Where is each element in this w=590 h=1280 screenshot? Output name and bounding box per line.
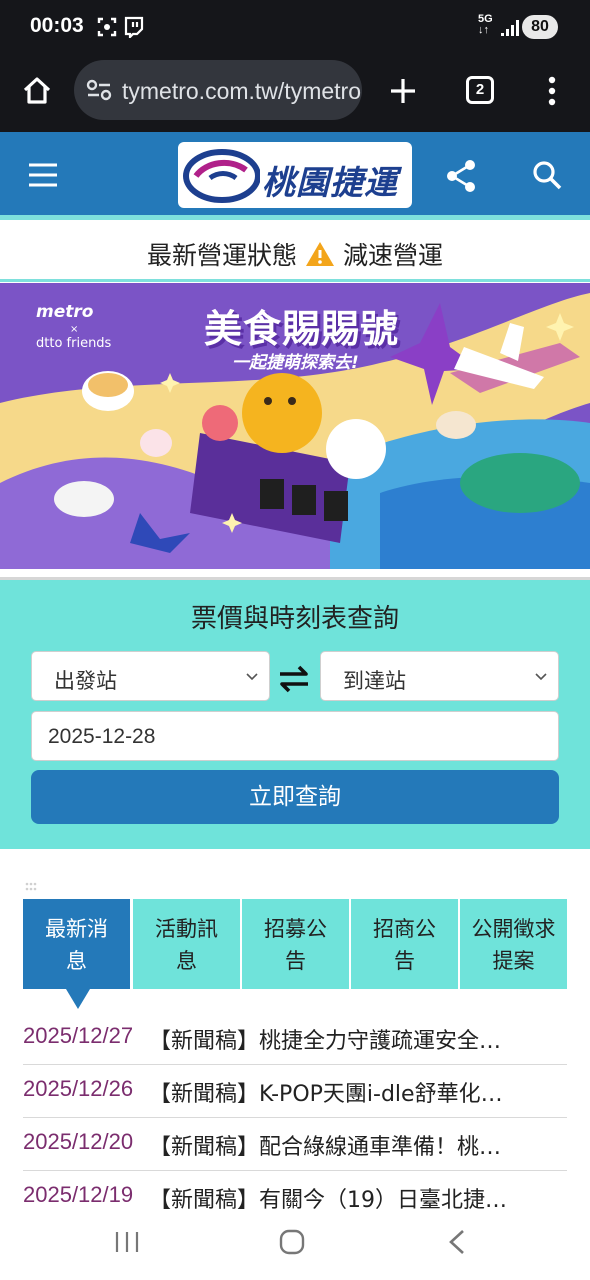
fare-query-title: 票價與時刻表查詢 [190,604,399,634]
banner-subtitle: 一起捷萌探索去! [232,353,359,373]
home-nav-icon[interactable] [278,1228,306,1256]
banner-title: 美食賜賜號 [204,307,400,351]
signal-icon [501,20,519,36]
date-input[interactable]: 2025-12-28 [31,711,559,761]
list-item[interactable]: 2025/12/27 【新聞稿】桃捷全力守護疏運安全… [23,1012,567,1065]
site-settings-icon[interactable] [86,78,112,102]
browser-toolbar: tymetro.com.tw/tymetro 2 [0,56,590,132]
tab-label: 招商公告 [373,917,436,973]
clock: 00:03 [30,14,84,37]
hamburger-menu-icon[interactable] [28,162,58,188]
more-menu-icon[interactable] [540,74,564,108]
news-date: 2025/12/19 [23,1182,134,1207]
tab-activities[interactable]: 活動訊息 [133,899,240,989]
news-tabs: 最新消息 活動訊息 招募公告 招商公告 公開徵求提案 [23,899,567,989]
news-list: 2025/12/27 【新聞稿】桃捷全力守護疏運安全… 2025/12/26 【… [23,1012,567,1224]
network-type: 5G ↓↑ [478,13,493,36]
from-station-select[interactable]: 出發站 [31,651,270,701]
chevron-down-icon [246,673,258,681]
news-title[interactable]: 【新聞稿】K-POP天團i-dle舒華化… [149,1076,567,1108]
to-station-select[interactable]: 到達站 [320,651,559,701]
metro-logo: metro [36,302,94,322]
screenshot-icon [97,17,117,37]
url-text: tymetro.com.tw/tymetro [122,78,361,104]
operation-status-label: 最新營運狀態 [146,241,297,270]
from-station-placeholder: 出發站 [54,669,117,693]
news-date: 2025/12/26 [23,1076,134,1101]
search-icon[interactable] [532,160,562,190]
tab-proposals[interactable]: 公開徵求提案 [460,899,567,989]
collab-mark: × [70,324,79,335]
operation-status[interactable]: 最新營運狀態 減速營運 [0,224,590,282]
tab-label: 公開徵求提案 [471,917,556,973]
share-icon[interactable] [444,158,478,194]
chevron-down-icon [535,673,547,681]
fare-query-panel: 票價與時刻表查詢 出發站 到達站 2025-12-28 立即查詢 [0,577,590,849]
status-bar: 00:03 5G ↓↑ 80 [0,0,590,56]
news-date: 2025/12/20 [23,1129,134,1154]
tab-switcher-button[interactable]: 2 [466,76,494,104]
new-tab-icon[interactable] [386,74,420,108]
tab-label: 招募公告 [264,917,327,973]
warning-icon [306,242,334,266]
tab-label: 活動訊息 [155,917,218,973]
list-item[interactable]: 2025/12/20 【新聞稿】配合綠線通車準備！桃… [23,1118,567,1171]
tab-recruitment[interactable]: 招募公告 [242,899,349,989]
operation-status-value: 減速營運 [343,241,444,270]
battery-level: 80 [522,15,558,39]
query-submit-button[interactable]: 立即查詢 [31,770,559,824]
swap-stations-icon[interactable] [277,664,311,694]
active-tab-pointer [66,989,90,1009]
news-date: 2025/12/27 [23,1023,134,1048]
to-station-placeholder: 到達站 [343,669,406,693]
home-icon[interactable] [20,74,54,108]
partner-logo: dtto friends [36,336,112,351]
site-header: 桃園捷運 [0,132,590,220]
tab-latest-news[interactable]: 最新消息 [23,899,130,989]
recent-apps-icon[interactable] [114,1230,140,1254]
drag-handle-icon [25,882,37,891]
back-icon[interactable] [446,1228,468,1256]
news-title[interactable]: 【新聞稿】配合綠線通車準備！桃… [149,1129,567,1161]
tab-tenders[interactable]: 招商公告 [351,899,458,989]
news-title[interactable]: 【新聞稿】桃捷全力守護疏運安全… [149,1023,567,1055]
twitch-icon [124,16,144,38]
list-item[interactable]: 2025/12/26 【新聞稿】K-POP天團i-dle舒華化… [23,1065,567,1118]
site-logo-text: 桃園捷運 [262,163,398,202]
tymetro-logo-icon [183,149,260,203]
tab-label: 最新消息 [45,917,108,973]
system-nav-bar [0,1210,590,1280]
address-bar[interactable]: tymetro.com.tw/tymetro [74,60,362,120]
